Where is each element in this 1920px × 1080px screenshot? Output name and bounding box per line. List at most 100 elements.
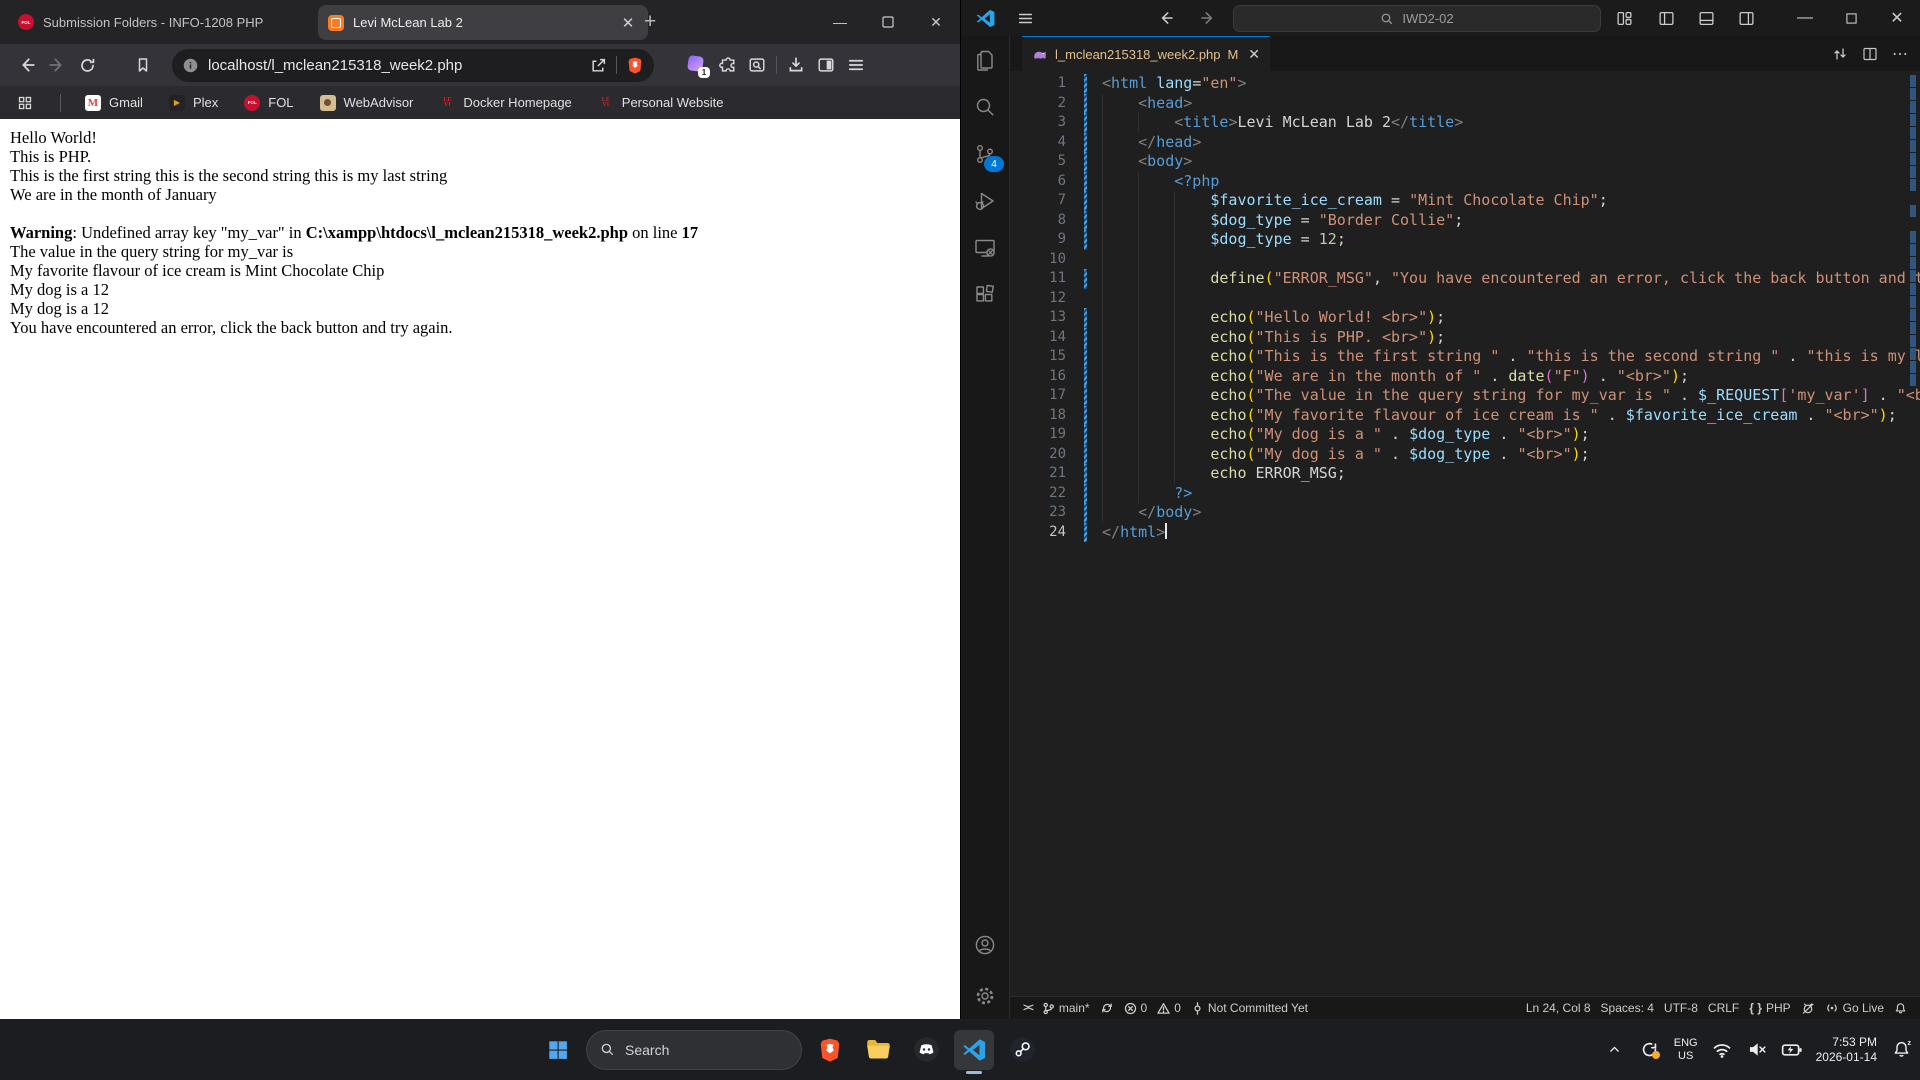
page-search-icon[interactable]	[742, 50, 772, 80]
activity-extensions-icon[interactable]	[961, 271, 1009, 318]
status-spaces-4[interactable]: Spaces: 4	[1596, 997, 1659, 1019]
sidebar-toggle-icon[interactable]	[811, 50, 841, 80]
code-line-12[interactable]: 12	[1010, 289, 1920, 309]
code-line-24[interactable]: 24</html>	[1010, 523, 1920, 543]
downloads-icon[interactable]	[781, 50, 811, 80]
browser-tab-submission-folders[interactable]: FOL Submission Folders - INFO-1208 PHP	[10, 0, 322, 44]
code-line-13[interactable]: 13 echo("Hello World! <br>");	[1010, 308, 1920, 328]
more-actions-icon[interactable]: ⋯	[1892, 44, 1908, 64]
vscode-menu-icon[interactable]	[1017, 0, 1034, 36]
code-line-3[interactable]: 3 <title>Levi McLean Lab 2</title>	[1010, 113, 1920, 133]
start-button[interactable]	[538, 1030, 578, 1070]
status-sync-icon[interactable]	[1095, 997, 1119, 1019]
code-line-10[interactable]: 10	[1010, 250, 1920, 270]
browser-close-button[interactable]: ✕	[912, 0, 960, 44]
extensions-puzzle-icon[interactable]	[712, 50, 742, 80]
status-remote-icon[interactable]: ><	[1018, 997, 1037, 1019]
overview-ruler[interactable]	[1906, 71, 1918, 996]
code-line-8[interactable]: 8 $dog_type = "Border Collie";	[1010, 211, 1920, 231]
share-icon[interactable]	[590, 57, 607, 74]
toggle-panel-icon[interactable]	[1698, 0, 1715, 36]
code-line-23[interactable]: 23 </body>	[1010, 503, 1920, 523]
split-editor-icon[interactable]	[1862, 46, 1878, 62]
code-line-22[interactable]: 22 ?>	[1010, 484, 1920, 504]
taskbar-vscode-app[interactable]	[954, 1030, 994, 1070]
code-line-18[interactable]: 18 echo("My favorite flavour of ice crea…	[1010, 406, 1920, 426]
status-bell-icon[interactable]	[1889, 997, 1912, 1019]
taskbar-search[interactable]: Search	[586, 1030, 802, 1070]
code-line-9[interactable]: 9 $dog_type = 12;	[1010, 230, 1920, 250]
command-center-search[interactable]: IWD2-02	[1233, 5, 1601, 32]
tray-update-icon[interactable]	[1639, 1039, 1661, 1061]
url-text[interactable]: localhost/l_mclean215318_week2.php	[208, 57, 581, 74]
nav-back-icon[interactable]	[1157, 0, 1175, 36]
customize-layout-icon[interactable]	[1616, 0, 1633, 36]
code-line-1[interactable]: 1<html lang="en">	[1010, 74, 1920, 94]
status-xdebug-icon[interactable]	[1796, 997, 1820, 1019]
code-line-4[interactable]: 4 </head>	[1010, 133, 1920, 153]
new-tab-button[interactable]: +	[644, 11, 656, 32]
code-line-14[interactable]: 14 echo("This is PHP. <br>");	[1010, 328, 1920, 348]
open-changes-icon[interactable]	[1832, 46, 1848, 62]
wifi-icon[interactable]	[1711, 1039, 1733, 1061]
taskbar-file-explorer-app[interactable]	[858, 1030, 898, 1070]
code-line-17[interactable]: 17 echo("The value in the query string f…	[1010, 386, 1920, 406]
bookmark-docker-homepage[interactable]: LEVIDocker Homepage	[439, 95, 571, 111]
code-line-15[interactable]: 15 echo("This is the first string " . "t…	[1010, 347, 1920, 367]
tray-language-indicator[interactable]: ENGUS	[1674, 1037, 1698, 1063]
activity-account-icon[interactable]	[961, 921, 1009, 972]
activity-run-debug-icon[interactable]	[961, 177, 1009, 224]
code-line-20[interactable]: 20 echo("My dog is a " . $dog_type . "<b…	[1010, 445, 1920, 465]
browser-menu-icon[interactable]	[841, 50, 871, 80]
bookmark-webadvisor[interactable]: WebAdvisor	[320, 95, 414, 111]
bookmark-plex[interactable]: ▶Plex	[169, 95, 218, 111]
volume-muted-icon[interactable]	[1746, 1039, 1768, 1061]
tab-close-icon[interactable]: ✕	[1248, 46, 1260, 63]
code-line-2[interactable]: 2 <head>	[1010, 94, 1920, 114]
reload-icon[interactable]	[72, 50, 102, 80]
status-warnings-icon[interactable]: 0	[1152, 997, 1186, 1019]
activity-explorer-icon[interactable]	[961, 36, 1009, 83]
code-line-19[interactable]: 19 echo("My dog is a " . $dog_type . "<b…	[1010, 425, 1920, 445]
vscode-close-button[interactable]: ✕	[1874, 0, 1920, 36]
status-go-live-icon[interactable]: Go Live	[1820, 997, 1889, 1019]
toggle-secondary-sidebar-icon[interactable]	[1738, 0, 1755, 36]
code-line-21[interactable]: 21 echo ERROR_MSG;	[1010, 464, 1920, 484]
editor-tab-php-file[interactable]: l_mclean215318_week2.php M ✕	[1022, 36, 1270, 71]
browser-minimize-button[interactable]: —	[816, 0, 864, 44]
activity-source-control-icon[interactable]: 4	[961, 130, 1009, 177]
status-errors-icon[interactable]: 0	[1119, 997, 1153, 1019]
site-info-icon[interactable]	[182, 57, 199, 74]
browser-tab-levi-mclean-lab[interactable]: Levi McLean Lab 2 ✕	[318, 5, 648, 40]
tray-clock[interactable]: 7:53 PM2026-01-14	[1816, 1035, 1877, 1065]
code-line-16[interactable]: 16 echo("We are in the month of " . date…	[1010, 367, 1920, 387]
status-crlf[interactable]: CRLF	[1703, 997, 1744, 1019]
code-line-11[interactable]: 11 define("ERROR_MSG", "You have encount…	[1010, 269, 1920, 289]
address-bar[interactable]: localhost/l_mclean215318_week2.php	[172, 49, 654, 82]
bookmark-gmail[interactable]: MGmail	[85, 95, 143, 111]
activity-remote-explorer-icon[interactable]	[961, 224, 1009, 271]
back-icon[interactable]	[12, 50, 42, 80]
code-line-7[interactable]: 7 $favorite_ice_cream = "Mint Chocolate …	[1010, 191, 1920, 211]
bookmark-icon[interactable]	[128, 50, 158, 80]
code-line-6[interactable]: 6 <?php	[1010, 172, 1920, 192]
status-braces-icon[interactable]: { }PHP	[1744, 997, 1795, 1019]
activity-settings-gear-icon[interactable]	[961, 972, 1009, 1019]
brave-shields-icon[interactable]	[626, 56, 644, 75]
tray-chevron-up-icon[interactable]	[1604, 1039, 1626, 1061]
status-ln-24-col-8[interactable]: Ln 24, Col 8	[1521, 997, 1596, 1019]
taskbar-brave-app[interactable]	[810, 1030, 850, 1070]
leo-ai-icon[interactable]: 1	[682, 50, 712, 80]
taskbar-discord-app[interactable]	[906, 1030, 946, 1070]
nav-forward-icon[interactable]	[1199, 0, 1217, 36]
browser-maximize-button[interactable]	[864, 0, 912, 44]
status-branch-icon[interactable]: main*	[1037, 997, 1095, 1019]
code-editor[interactable]: 1<html lang="en">2 <head>3 <title>Levi M…	[1010, 71, 1920, 996]
status-commit-icon[interactable]: Not Committed Yet	[1186, 997, 1313, 1019]
taskbar-steam-app[interactable]	[1002, 1030, 1042, 1070]
tab-close-icon[interactable]: ✕	[618, 13, 638, 33]
bookmark-personal-website[interactable]: LEVIPersonal Website	[598, 95, 724, 111]
vscode-minimize-button[interactable]: —	[1782, 0, 1828, 36]
notifications-bell-icon[interactable]: z	[1890, 1039, 1912, 1061]
status-utf-8[interactable]: UTF-8	[1659, 997, 1703, 1019]
